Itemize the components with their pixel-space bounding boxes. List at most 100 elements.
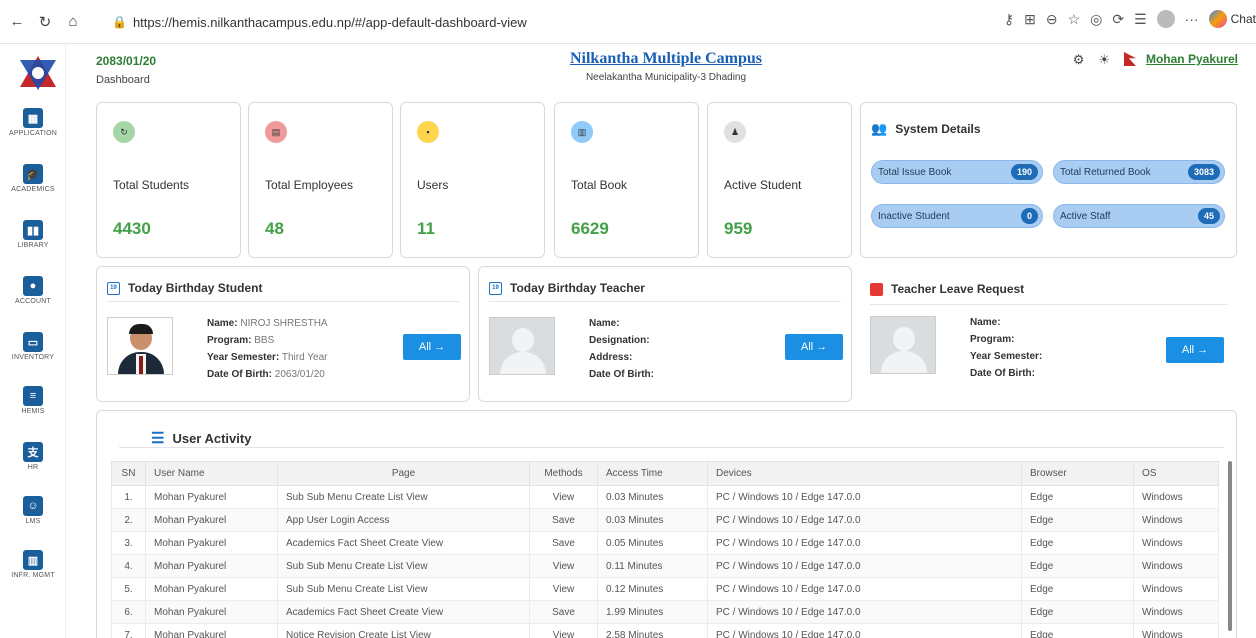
stat-card-total-employees[interactable]: ▤ Total Employees 48 [248, 102, 393, 258]
table-cell: Save [529, 508, 598, 532]
profile-avatar[interactable] [1156, 10, 1175, 28]
refresh-icon[interactable]: ↻ [34, 13, 56, 31]
stat-card-total-book[interactable]: ▥ Total Book 6629 [554, 102, 699, 258]
people-icon: 👥 [871, 121, 888, 136]
stat-label: Total Students [113, 178, 190, 192]
back-icon[interactable]: ← [6, 13, 28, 30]
sidebar: ▦ APPLICATION 🎓 ACADEMICS ▮▮ LIBRARY ● A… [0, 44, 66, 638]
table-cell: Mohan Pyakurel [145, 531, 278, 555]
table-cell: Edge [1021, 600, 1134, 624]
sidebar-item-academics[interactable]: 🎓 ACADEMICS [0, 164, 66, 193]
all-leave-requests-button[interactable]: All → [1166, 337, 1224, 363]
stat-label: Total Employees [265, 178, 354, 192]
user-profile-link[interactable]: Mohan Pyakurel [1146, 52, 1238, 66]
sidebar-item-inventory[interactable]: ▭ INVENTORY [0, 332, 66, 361]
table-scrollbar[interactable] [1228, 461, 1232, 631]
table-row[interactable]: 7. Mohan Pyakurel Notice Revision Create L… [111, 623, 1219, 638]
pill-label: Active Staff [1060, 210, 1111, 222]
sidebar-item-library[interactable]: ▮▮ LIBRARY [0, 220, 66, 249]
sidebar-item-account[interactable]: ● ACCOUNT [0, 276, 66, 305]
more-icon[interactable]: ··· [1185, 11, 1199, 27]
stat-value: 4430 [113, 219, 151, 238]
table-cell: Mohan Pyakurel [145, 554, 278, 578]
table-row[interactable]: 4. Mohan Pyakurel Sub Sub Menu Create List… [111, 554, 1219, 578]
table-cell: 0.05 Minutes [597, 531, 708, 555]
table-cell: PC / Windows 10 / Edge 147.0.0 [707, 623, 1022, 638]
stat-label: Active Student [724, 178, 802, 192]
calendar-icon: 19 [489, 281, 502, 295]
pill-label: Total Returned Book [1060, 166, 1151, 178]
table-cell: Edge [1021, 531, 1134, 555]
label-name: Name: [589, 318, 620, 329]
sun-theme-icon[interactable]: ☀ [1098, 52, 1110, 68]
address-bar[interactable]: 🔒 https://hemis.nilkanthacampus.edu.np/#… [104, 8, 1004, 36]
system-pill-total-issue-book[interactable]: Total Issue Book 190 [871, 160, 1043, 184]
system-pill-inactive-student[interactable]: Inactive Student 0 [871, 204, 1043, 228]
table-cell: 1. [111, 485, 146, 509]
user-activity-table: SN User Name Page Methods Access Time De… [111, 461, 1219, 638]
label-dob: Date Of Birth: [589, 369, 654, 380]
table-cell: 3. [111, 531, 146, 555]
sidebar-label: INFR. MGMT [11, 572, 55, 579]
table-cell: Save [529, 531, 598, 555]
chat-label: Chat [1230, 12, 1256, 26]
current-date: 2083/01/20 [96, 54, 157, 68]
table-cell: PC / Windows 10 / Edge 147.0.0 [707, 485, 1022, 509]
extension-icon[interactable]: ◎ [1090, 11, 1102, 28]
sidebar-item-infr-mgmt[interactable]: ▥ INFR. MGMT [0, 550, 66, 579]
chat-button[interactable]: Chat [1208, 10, 1256, 28]
key-icon[interactable]: ⚷ [1004, 11, 1014, 28]
label-semester: Year Semester: [207, 352, 280, 363]
table-cell: View [529, 554, 598, 578]
table-cell: Edge [1021, 554, 1134, 578]
settings-icon[interactable]: ⚙ [1073, 52, 1085, 68]
home-icon[interactable]: ⌂ [62, 13, 84, 30]
url-text: https://hemis.nilkanthacampus.edu.np/#/a… [132, 14, 527, 30]
apps-icon[interactable]: ⊞ [1024, 11, 1036, 28]
stat-label: Users [417, 178, 449, 192]
table-row[interactable]: 3. Mohan Pyakurel Academics Fact Sheet Cre… [111, 531, 1219, 555]
table-row[interactable]: 5. Mohan Pyakurel Sub Sub Menu Create List… [111, 577, 1219, 601]
card-title: Today Birthday Student [128, 281, 263, 295]
favorite-star-icon[interactable]: ☆ [1068, 11, 1081, 28]
table-cell: 0.03 Minutes [597, 485, 708, 509]
sidebar-item-lms[interactable]: ☺ LMS [0, 496, 66, 525]
system-pill-active-staff[interactable]: Active Staff 45 [1053, 204, 1225, 228]
label-program: Program: [970, 334, 1015, 345]
table-row[interactable]: 6. Mohan Pyakurel Academics Fact Sheet Cre… [111, 600, 1219, 624]
value-dob: 2063/01/20 [274, 369, 325, 380]
stat-card-users[interactable]: ▪ Users 11 [400, 102, 545, 258]
table-cell: Windows [1133, 623, 1219, 638]
column-header: Methods [529, 461, 598, 486]
favorites-list-icon[interactable]: ☰ [1134, 11, 1147, 28]
campus-address: Neelakantha Municipality-3 Dhading [585, 72, 747, 83]
system-details-title: System Details [895, 122, 981, 136]
stat-card-total-students[interactable]: ↻ Total Students 4430 [96, 102, 241, 258]
system-pill-total-returned-book[interactable]: Total Returned Book 3083 [1053, 160, 1225, 184]
table-row[interactable]: 1. Mohan Pyakurel Sub Sub Menu Create List… [111, 485, 1219, 509]
all-teachers-button[interactable]: All → [785, 334, 843, 360]
sidebar-item-hr[interactable]: 支 HR [0, 442, 66, 471]
zoom-icon[interactable]: ⊖ [1046, 11, 1058, 28]
stat-card-active-student[interactable]: ♟ Active Student 959 [707, 102, 852, 258]
table-cell: Sub Sub Menu Create List View [277, 554, 530, 578]
sidebar-label: LIBRARY [17, 242, 49, 249]
table-cell: PC / Windows 10 / Edge 147.0.0 [707, 554, 1022, 578]
leave-request-header: Teacher Leave Request [870, 282, 1024, 296]
calendar-red-icon [870, 282, 883, 296]
sidebar-item-application[interactable]: ▦ APPLICATION [0, 108, 66, 137]
table-cell: Windows [1133, 600, 1219, 624]
sidebar-item-hemis[interactable]: ≡ HEMIS [0, 386, 66, 415]
table-cell: 0.12 Minutes [597, 577, 708, 601]
all-students-button[interactable]: All → [403, 334, 461, 360]
student-photo [107, 317, 173, 375]
sidebar-label: INVENTORY [11, 354, 55, 361]
table-cell: Edge [1021, 577, 1134, 601]
table-row[interactable]: 2. Mohan Pyakurel App User Login Access Sav… [111, 508, 1219, 532]
copilot-refresh-icon[interactable]: ⟳ [1112, 11, 1124, 28]
label-dob: Date Of Birth: [207, 369, 272, 380]
campus-name[interactable]: Nilkantha Multiple Campus [560, 50, 772, 68]
page-header: 2083/01/20 Dashboard Nilkantha Multiple … [66, 44, 1256, 96]
nepal-flag-icon[interactable] [1124, 52, 1136, 66]
table-cell: Academics Fact Sheet Create View [277, 531, 530, 555]
